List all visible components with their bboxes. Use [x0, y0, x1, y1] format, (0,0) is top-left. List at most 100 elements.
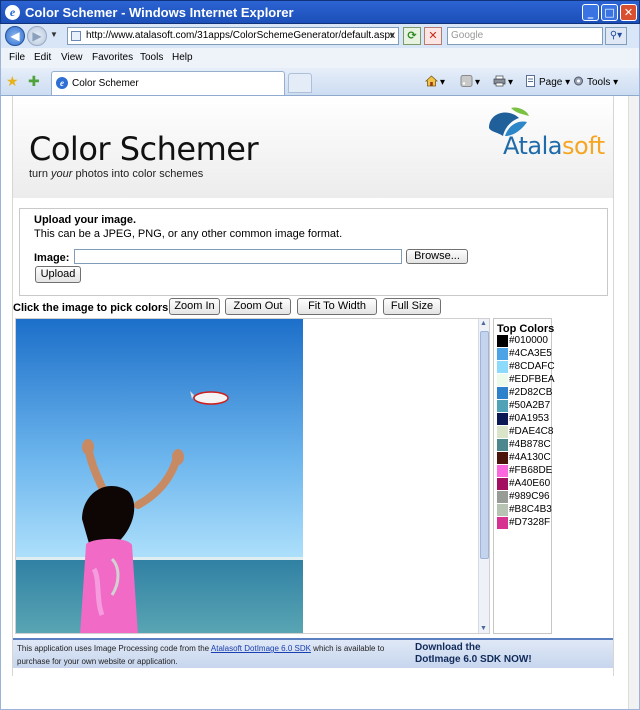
ie-logo-icon: e: [5, 5, 20, 20]
download-cta[interactable]: Download the DotImage 6.0 SDK NOW!: [415, 642, 532, 666]
tab-label: Color Schemer: [72, 78, 139, 89]
color-swatch: [497, 465, 508, 477]
color-swatch-row[interactable]: #A40E60: [497, 478, 550, 491]
feeds-icon[interactable]: ▾: [460, 75, 480, 88]
color-swatch-row[interactable]: #4CA3E5: [497, 348, 552, 361]
color-swatch-row[interactable]: #50A2B7: [497, 400, 550, 413]
search-input[interactable]: Google: [447, 27, 603, 45]
home-icon[interactable]: ▾: [425, 75, 445, 88]
page-menu-label: Page: [539, 77, 563, 88]
color-swatch: [497, 491, 508, 503]
color-swatch-row[interactable]: #DAE4C8: [497, 426, 553, 439]
color-swatch-row[interactable]: #010000: [497, 335, 548, 348]
color-swatch: [497, 374, 508, 386]
upload-button[interactable]: Upload: [35, 266, 81, 283]
color-swatch: [497, 439, 508, 451]
maximize-button[interactable]: □: [601, 4, 618, 21]
logo-wordmark: Atalasoft: [503, 132, 605, 160]
color-swatch-row[interactable]: #0A1953: [497, 413, 549, 426]
scroll-up-icon[interactable]: ▲: [480, 320, 487, 327]
browser-viewport: Color Schemer turn your photos into colo…: [0, 96, 640, 710]
page-favicon-icon: [71, 31, 81, 41]
color-swatch-row[interactable]: #EDFBEA: [497, 374, 555, 387]
color-swatch-row[interactable]: #B8C4B3: [497, 504, 552, 517]
color-swatch: [497, 348, 508, 360]
color-swatch: [497, 478, 508, 490]
address-input[interactable]: http://www.atalasoft.com/31apps/ColorSch…: [67, 27, 399, 45]
color-swatch-row[interactable]: #D7328F: [497, 517, 550, 530]
fit-to-width-button[interactable]: Fit To Width: [297, 298, 377, 315]
menu-help[interactable]: Help: [172, 52, 193, 63]
tools-gear-icon: [574, 76, 583, 86]
favorites-star-icon[interactable]: ★: [6, 73, 19, 90]
tab-ie-icon: e: [56, 77, 68, 89]
menu-edit[interactable]: Edit: [34, 52, 51, 63]
uploaded-photo[interactable]: [16, 319, 303, 634]
color-swatch-row[interactable]: #FB68DE: [497, 465, 552, 478]
tools-menu[interactable]: Tools ▾: [572, 75, 618, 88]
color-swatch-row[interactable]: #4A130C: [497, 452, 551, 465]
tab-color-schemer[interactable]: e Color Schemer: [51, 71, 285, 95]
window-title: Color Schemer - Windows Internet Explore…: [25, 5, 294, 20]
color-swatch-row[interactable]: #4B878C: [497, 439, 551, 452]
menu-bar: File Edit View Favorites Tools Help: [0, 48, 640, 68]
color-swatch: [497, 387, 508, 399]
image-field-label: Image:: [34, 252, 70, 264]
window-titlebar: e Color Schemer - Windows Internet Explo…: [0, 0, 640, 24]
minimize-button[interactable]: _: [582, 4, 599, 21]
add-favorites-icon[interactable]: ✚: [28, 73, 40, 90]
color-swatch: [497, 361, 508, 373]
site-footer: This application uses Image Processing c…: [13, 638, 613, 668]
forward-icon[interactable]: ▶: [27, 26, 47, 46]
menu-favorites[interactable]: Favorites: [92, 52, 133, 63]
menu-tools[interactable]: Tools: [140, 52, 163, 63]
address-dropdown-icon[interactable]: ▼: [388, 28, 396, 44]
stop-icon[interactable]: ✕: [424, 27, 442, 45]
color-swatch-row[interactable]: #8CDAFC: [497, 361, 555, 374]
search-icon[interactable]: ⚲▾: [605, 27, 627, 45]
close-window-button[interactable]: ✕: [620, 4, 637, 21]
page-menu[interactable]: Page ▾: [524, 75, 570, 88]
tools-menu-label: Tools: [587, 77, 611, 88]
color-swatch: [497, 400, 508, 412]
history-dropdown-icon[interactable]: ▼: [50, 30, 58, 39]
refresh-icon[interactable]: ⟳: [403, 27, 421, 45]
color-swatch: [497, 426, 508, 438]
color-swatch: [497, 413, 508, 425]
scroll-thumb[interactable]: [480, 331, 489, 559]
color-swatch-row[interactable]: #2D82CB: [497, 387, 552, 400]
scroll-down-icon[interactable]: ▼: [480, 625, 487, 632]
print-icon[interactable]: ▾: [493, 75, 513, 88]
vertical-scrollbar[interactable]: [628, 96, 639, 709]
zoom-out-button[interactable]: Zoom Out: [225, 298, 291, 315]
image-viewer[interactable]: ▲ ▼: [15, 318, 490, 634]
color-swatch: [497, 452, 508, 464]
color-swatch: [497, 517, 508, 529]
image-file-input[interactable]: [74, 249, 402, 264]
image-viewer-scrollbar[interactable]: ▲ ▼: [478, 319, 489, 633]
back-icon[interactable]: ◀: [5, 26, 25, 46]
upload-title: Upload your image.: [34, 214, 137, 226]
sdk-link[interactable]: Atalasoft DotImage 6.0 SDK: [211, 644, 311, 653]
top-colors-title: Top Colors: [497, 323, 555, 335]
upload-panel: Upload your image. This can be a JPEG, P…: [19, 208, 608, 296]
browse-button[interactable]: Browse...: [406, 249, 468, 264]
new-tab-button[interactable]: [288, 73, 312, 93]
color-swatch: [497, 504, 508, 516]
color-swatch-row[interactable]: #989C96: [497, 491, 550, 504]
page-container: Color Schemer turn your photos into colo…: [12, 96, 614, 676]
zoom-in-button[interactable]: Zoom In: [169, 298, 220, 315]
footer-text: This application uses Image Processing c…: [17, 644, 385, 666]
full-size-button[interactable]: Full Size: [383, 298, 441, 315]
menu-file[interactable]: File: [9, 52, 25, 63]
address-url: http://www.atalasoft.com/31apps/ColorSch…: [86, 30, 396, 41]
menu-view[interactable]: View: [61, 52, 83, 63]
tab-toolbar: ★ ✚ e Color Schemer ▾ ▾ ▾ Page ▾ Tools ▾: [0, 68, 640, 96]
color-swatch: [497, 335, 508, 347]
site-tagline: turn your photos into color schemes: [29, 168, 204, 180]
pick-colors-prompt: Click the image to pick colors.: [13, 302, 172, 314]
site-title: Color Schemer: [29, 130, 259, 168]
page-icon: [526, 75, 535, 87]
upload-description: This can be a JPEG, PNG, or any other co…: [34, 228, 343, 240]
top-colors-panel: Top Colors #010000 #4CA3E5 #8CDAFC #EDFB…: [493, 318, 555, 634]
